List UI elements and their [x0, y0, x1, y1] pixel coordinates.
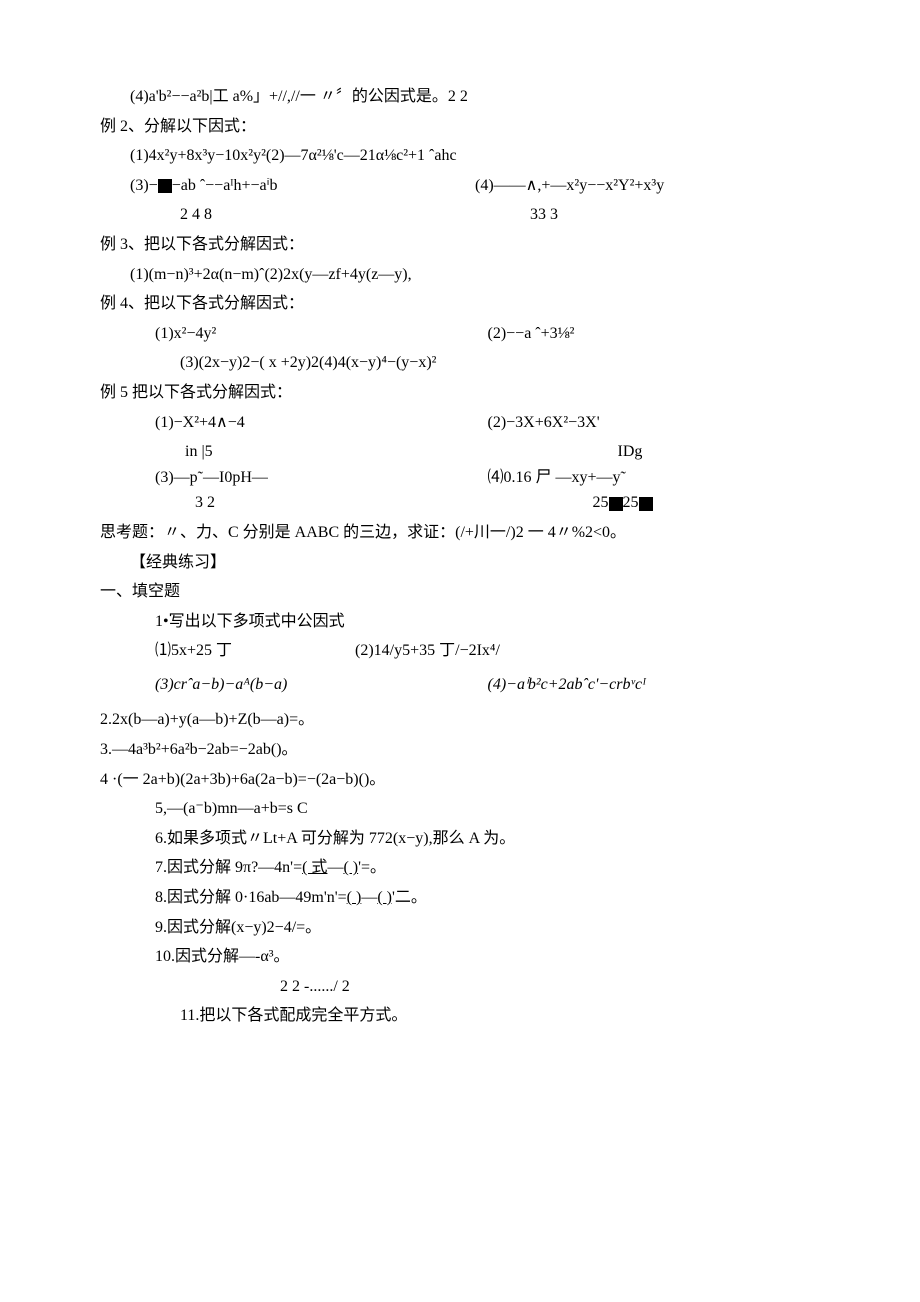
cell-left: ⑴5x+25 丁 [155, 638, 355, 664]
row-pair: (3)crˆa−b)−aᴬ(b−a) (4)−aⁱb²c+2abˆc'−crbᵛ… [100, 672, 820, 698]
section-heading: 一、填空题 [100, 579, 820, 605]
cell-left: in |5 (3)—p˜—I0pH— 3 2 [155, 439, 488, 516]
text: '=。 [358, 859, 386, 876]
text-line: (4)a'b²−−a²b|工 a%」+//,//一 〃〞的公因式是。2 2 [100, 84, 820, 110]
cell-right: IDg ⑷0.16 尸 —xy+—y˜ 25 25 [488, 439, 821, 516]
cell-right: (2)−−a ˆ+3⅛² [488, 321, 821, 347]
text: 7.因式分解 9π?—4n'= [155, 859, 302, 876]
text-line: 10.因式分解—-α³。 [100, 944, 820, 970]
cell-right: 33 3 [470, 202, 820, 228]
text-line: 7.因式分解 9π?—4n'=( 式—( )'=。 [100, 855, 820, 881]
cell-left: (3)crˆa−b)−aᴬ(b−a) [155, 672, 488, 698]
text: — [327, 859, 343, 876]
text-line: 6.如果多项式〃Lt+A 可分解为 772(x−y),那么 A 为。 [100, 826, 820, 852]
text: (3)—p˜—I0pH— [155, 465, 488, 491]
text: IDg [488, 439, 821, 465]
cell-right: (2)14/y5+35 丁/−2Ix⁴/ [355, 638, 500, 664]
row-pair: 2 4 8 33 3 [100, 202, 820, 228]
text: 25 25 [488, 490, 821, 516]
text: — [361, 889, 377, 906]
text: '二。 [392, 889, 427, 906]
text: 25 [623, 494, 639, 511]
text: in |5 [155, 439, 488, 465]
cell-left: (1)−X²+4∧−4 [155, 410, 488, 436]
text-line: 3.—4a³b²+6a²b−2ab=−2ab()。 [100, 737, 820, 763]
row-pair: (1)x²−4y² (2)−−a ˆ+3⅛² [100, 321, 820, 347]
blank: ( ) [343, 859, 358, 876]
text-line: (1)(m−n)³+2α(n−m)ˆ(2)2x(y—zf+4y(z—y), [100, 262, 820, 288]
row-pair: ⑴5x+25 丁 (2)14/y5+35 丁/−2Ix⁴/ [100, 638, 820, 664]
text: −ab ˆ−−aᴵh+−aⁱb [172, 177, 278, 194]
example-heading: 例 3、把以下各式分解因式： [100, 232, 820, 258]
cell-left: (1)x²−4y² [155, 321, 488, 347]
text-line: 5,—(a⁻b)mn—a+b=s C [100, 796, 820, 822]
section-heading: 【经典练习】 [100, 550, 820, 576]
cell-left: (3)− −ab ˆ−−aᴵh+−aⁱb [130, 173, 475, 199]
cell-left: 2 4 8 [180, 202, 470, 228]
text-line: 1•写出以下多项式中公因式 [100, 609, 820, 635]
blank: ( 式 [302, 859, 327, 876]
cell-right: (4)−aⁱb²c+2abˆc'−crbᵛcᴵ [488, 672, 821, 698]
text-line: 11.把以下各式配成完全平方式。 [100, 1003, 820, 1029]
cell-right: (2)−3X+6X²−3X' [488, 410, 821, 436]
text-line: 9.因式分解(x−y)2−4/=。 [100, 915, 820, 941]
row-pair: (3)− −ab ˆ−−aᴵh+−aⁱb (4)——∧,+—x²y−−x²Y²+x… [100, 173, 820, 199]
text-line: (3)(2x−y)2−( x +2y)2(4)4(x−y)⁴−(y−x)² [100, 350, 820, 376]
example-heading: 例 5 把以下各式分解因式： [100, 380, 820, 406]
blank: ( ) [347, 889, 362, 906]
black-square-icon [609, 497, 623, 511]
example-heading: 例 2、分解以下因式： [100, 114, 820, 140]
text-line: 8.因式分解 0·16ab—49m'n'=( )—( )'二。 [100, 885, 820, 911]
text-line: 2.2x(b—a)+y(a—b)+Z(b—a)=。 [100, 707, 820, 733]
cell-right: (4)——∧,+—x²y−−x²Y²+x³y [475, 173, 820, 199]
text: 8.因式分解 0·16ab—49m'n'= [155, 889, 347, 906]
text-line: 思考题：〃、力、C 分别是 AABC 的三边，求证：(/+川一/)2 一 4〃%… [100, 520, 820, 546]
black-square-icon [158, 179, 172, 193]
text: 25 [593, 494, 609, 511]
row-pair: (1)−X²+4∧−4 (2)−3X+6X²−3X' [100, 410, 820, 436]
black-square-icon [639, 497, 653, 511]
text-line: 2 2 -....../ 2 [100, 974, 820, 1000]
example-heading: 例 4、把以下各式分解因式： [100, 291, 820, 317]
text-line: 4 ·(一 2a+b)(2a+3b)+6a(2a−b)=−(2a−b)()。 [100, 767, 820, 793]
blank: ( ) [377, 889, 392, 906]
text: ⑷0.16 尸 —xy+—y˜ [488, 465, 821, 491]
text: 3 2 [155, 490, 488, 516]
row-pair: in |5 (3)—p˜—I0pH— 3 2 IDg ⑷0.16 尸 —xy+—… [100, 439, 820, 516]
text-line: (1)4x²y+8x³y−10x²y²(2)—7α²⅛'c—21α⅛c²+1 ˆ… [100, 143, 820, 169]
text: (3)− [130, 177, 158, 194]
